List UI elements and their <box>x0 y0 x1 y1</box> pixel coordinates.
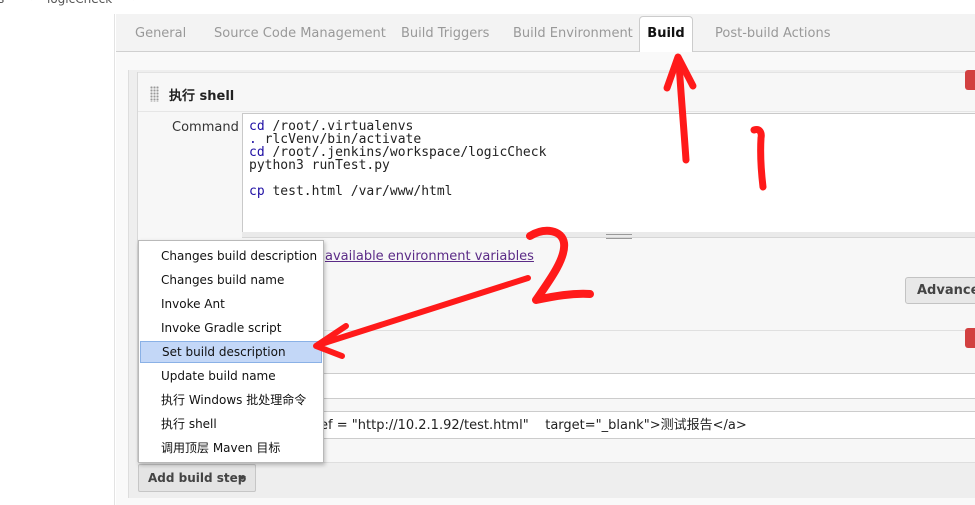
command-textarea[interactable]: cd /root/.virtualenvs . rlcVenv/bin/acti… <box>242 113 975 233</box>
command-label: Command <box>172 120 239 135</box>
menu-item-invoke-gradle-script[interactable]: Invoke Gradle script <box>139 317 323 339</box>
add-build-step-button[interactable]: Add build step <box>138 464 256 492</box>
tab-general[interactable]: General <box>135 26 186 41</box>
config-tab-bar: General Source Code Management Build Tri… <box>116 14 975 53</box>
tab-post-build-actions[interactable]: Post-build Actions <box>715 26 830 41</box>
build-step-menu: Changes build description Changes build … <box>138 240 324 463</box>
caret-down-icon <box>238 476 246 480</box>
menu-item-update-build-name[interactable]: Update build name <box>139 365 323 387</box>
menu-item-changes-build-name[interactable]: Changes build name <box>139 269 323 291</box>
delete-step-button[interactable] <box>965 70 975 90</box>
breadcrumb-job[interactable]: logicCheck <box>47 0 112 6</box>
menu-item-execute-shell[interactable]: 执行 shell <box>139 413 323 435</box>
tab-build[interactable]: Build <box>639 16 693 53</box>
menu-item-invoke-maven[interactable]: 调用顶层 Maven 目标 <box>139 437 323 459</box>
menu-item-windows-batch[interactable]: 执行 Windows 批处理命令 <box>139 389 323 411</box>
menu-item-changes-build-description[interactable]: Changes build description <box>139 245 323 267</box>
breadcrumb: s › logicCheck › <box>0 0 975 6</box>
description-input[interactable] <box>290 373 975 399</box>
tab-build-environment[interactable]: Build Environment <box>513 26 633 41</box>
left-panel <box>0 14 115 505</box>
regex-input[interactable]: ref = "http://10.2.1.92/test.html" targe… <box>290 411 975 439</box>
command-line: python3 runTest.py <box>249 158 390 173</box>
drag-handle-icon[interactable] <box>150 86 159 102</box>
advanced-button[interactable]: Advanced <box>905 277 975 304</box>
menu-item-set-build-description[interactable]: Set build description <box>140 341 322 363</box>
build-step-title: 执行 shell <box>169 89 235 104</box>
command-line: cp test.html /var/www/html <box>249 184 453 199</box>
chevron-right-icon: › <box>132 0 136 4</box>
delete-step-button[interactable] <box>965 328 975 348</box>
tab-source-code-management[interactable]: Source Code Management <box>214 26 386 41</box>
resize-grip-icon[interactable] <box>606 234 632 239</box>
add-build-step-label: Add build step <box>148 471 247 485</box>
tab-build-triggers[interactable]: Build Triggers <box>401 26 489 41</box>
chevron-right-icon: › <box>30 0 34 4</box>
breadcrumb-prev[interactable]: s <box>0 0 4 6</box>
env-variables-link[interactable]: available environment variables <box>325 249 534 264</box>
build-step-header <box>138 72 975 112</box>
menu-item-invoke-ant[interactable]: Invoke Ant <box>139 293 323 315</box>
